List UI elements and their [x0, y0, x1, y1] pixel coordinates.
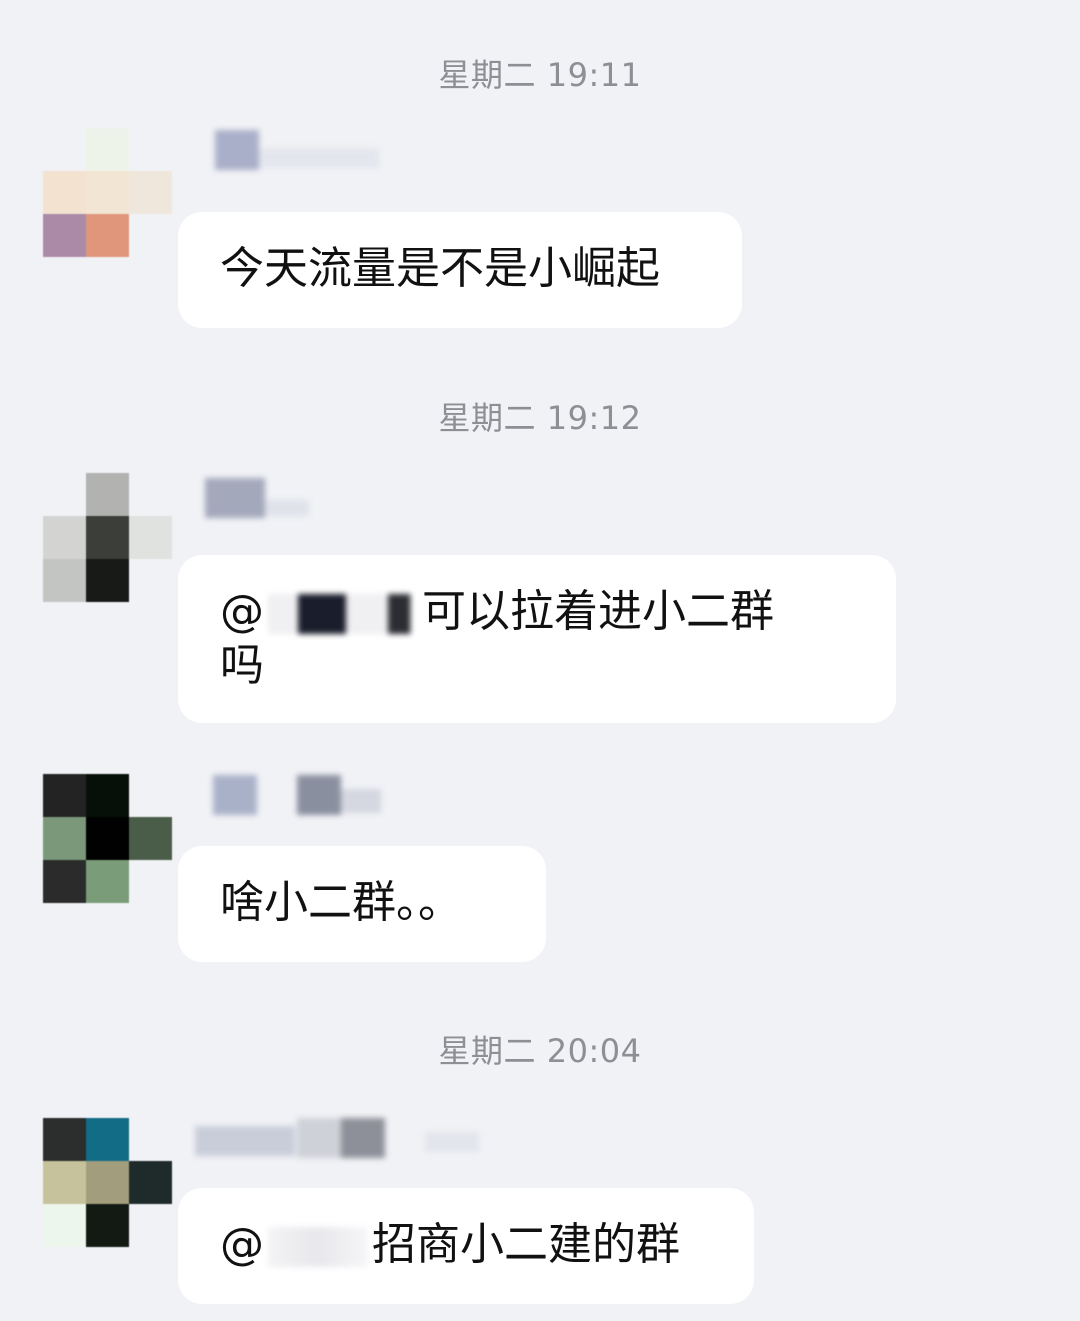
- timestamp: 星期二 20:04: [438, 1032, 642, 1070]
- mention-symbol: @: [220, 1219, 264, 1270]
- avatar[interactable]: [43, 1118, 173, 1248]
- sender-name-redacted: [195, 1118, 485, 1162]
- sender-name-redacted: [195, 478, 315, 522]
- avatar[interactable]: [43, 128, 173, 258]
- mention-name-redacted: [268, 1227, 368, 1267]
- sender-name-redacted: [195, 775, 385, 819]
- message-bubble[interactable]: 啥小二群。。: [178, 846, 546, 962]
- avatar[interactable]: [43, 473, 173, 603]
- mention-symbol: @: [220, 586, 264, 637]
- timestamp: 星期二 19:12: [438, 399, 642, 437]
- message-text: 招商小二建的群: [372, 1219, 680, 1270]
- message-text-line2: 吗: [220, 640, 264, 691]
- message-bubble[interactable]: @ 招商小二建的群: [178, 1188, 754, 1304]
- message-bubble[interactable]: @ 可以拉着进小二群 吗: [178, 555, 896, 723]
- message-text: 今天流量是不是小崛起: [220, 243, 660, 294]
- sender-name-redacted: [195, 130, 385, 174]
- message-text: 可以拉着进小二群: [422, 586, 774, 637]
- message-text: 啥小二群。。: [220, 877, 462, 928]
- mention-name-redacted: [268, 594, 418, 634]
- timestamp: 星期二 19:11: [438, 56, 642, 94]
- message-bubble[interactable]: 今天流量是不是小崛起: [178, 212, 742, 328]
- avatar[interactable]: [43, 774, 173, 904]
